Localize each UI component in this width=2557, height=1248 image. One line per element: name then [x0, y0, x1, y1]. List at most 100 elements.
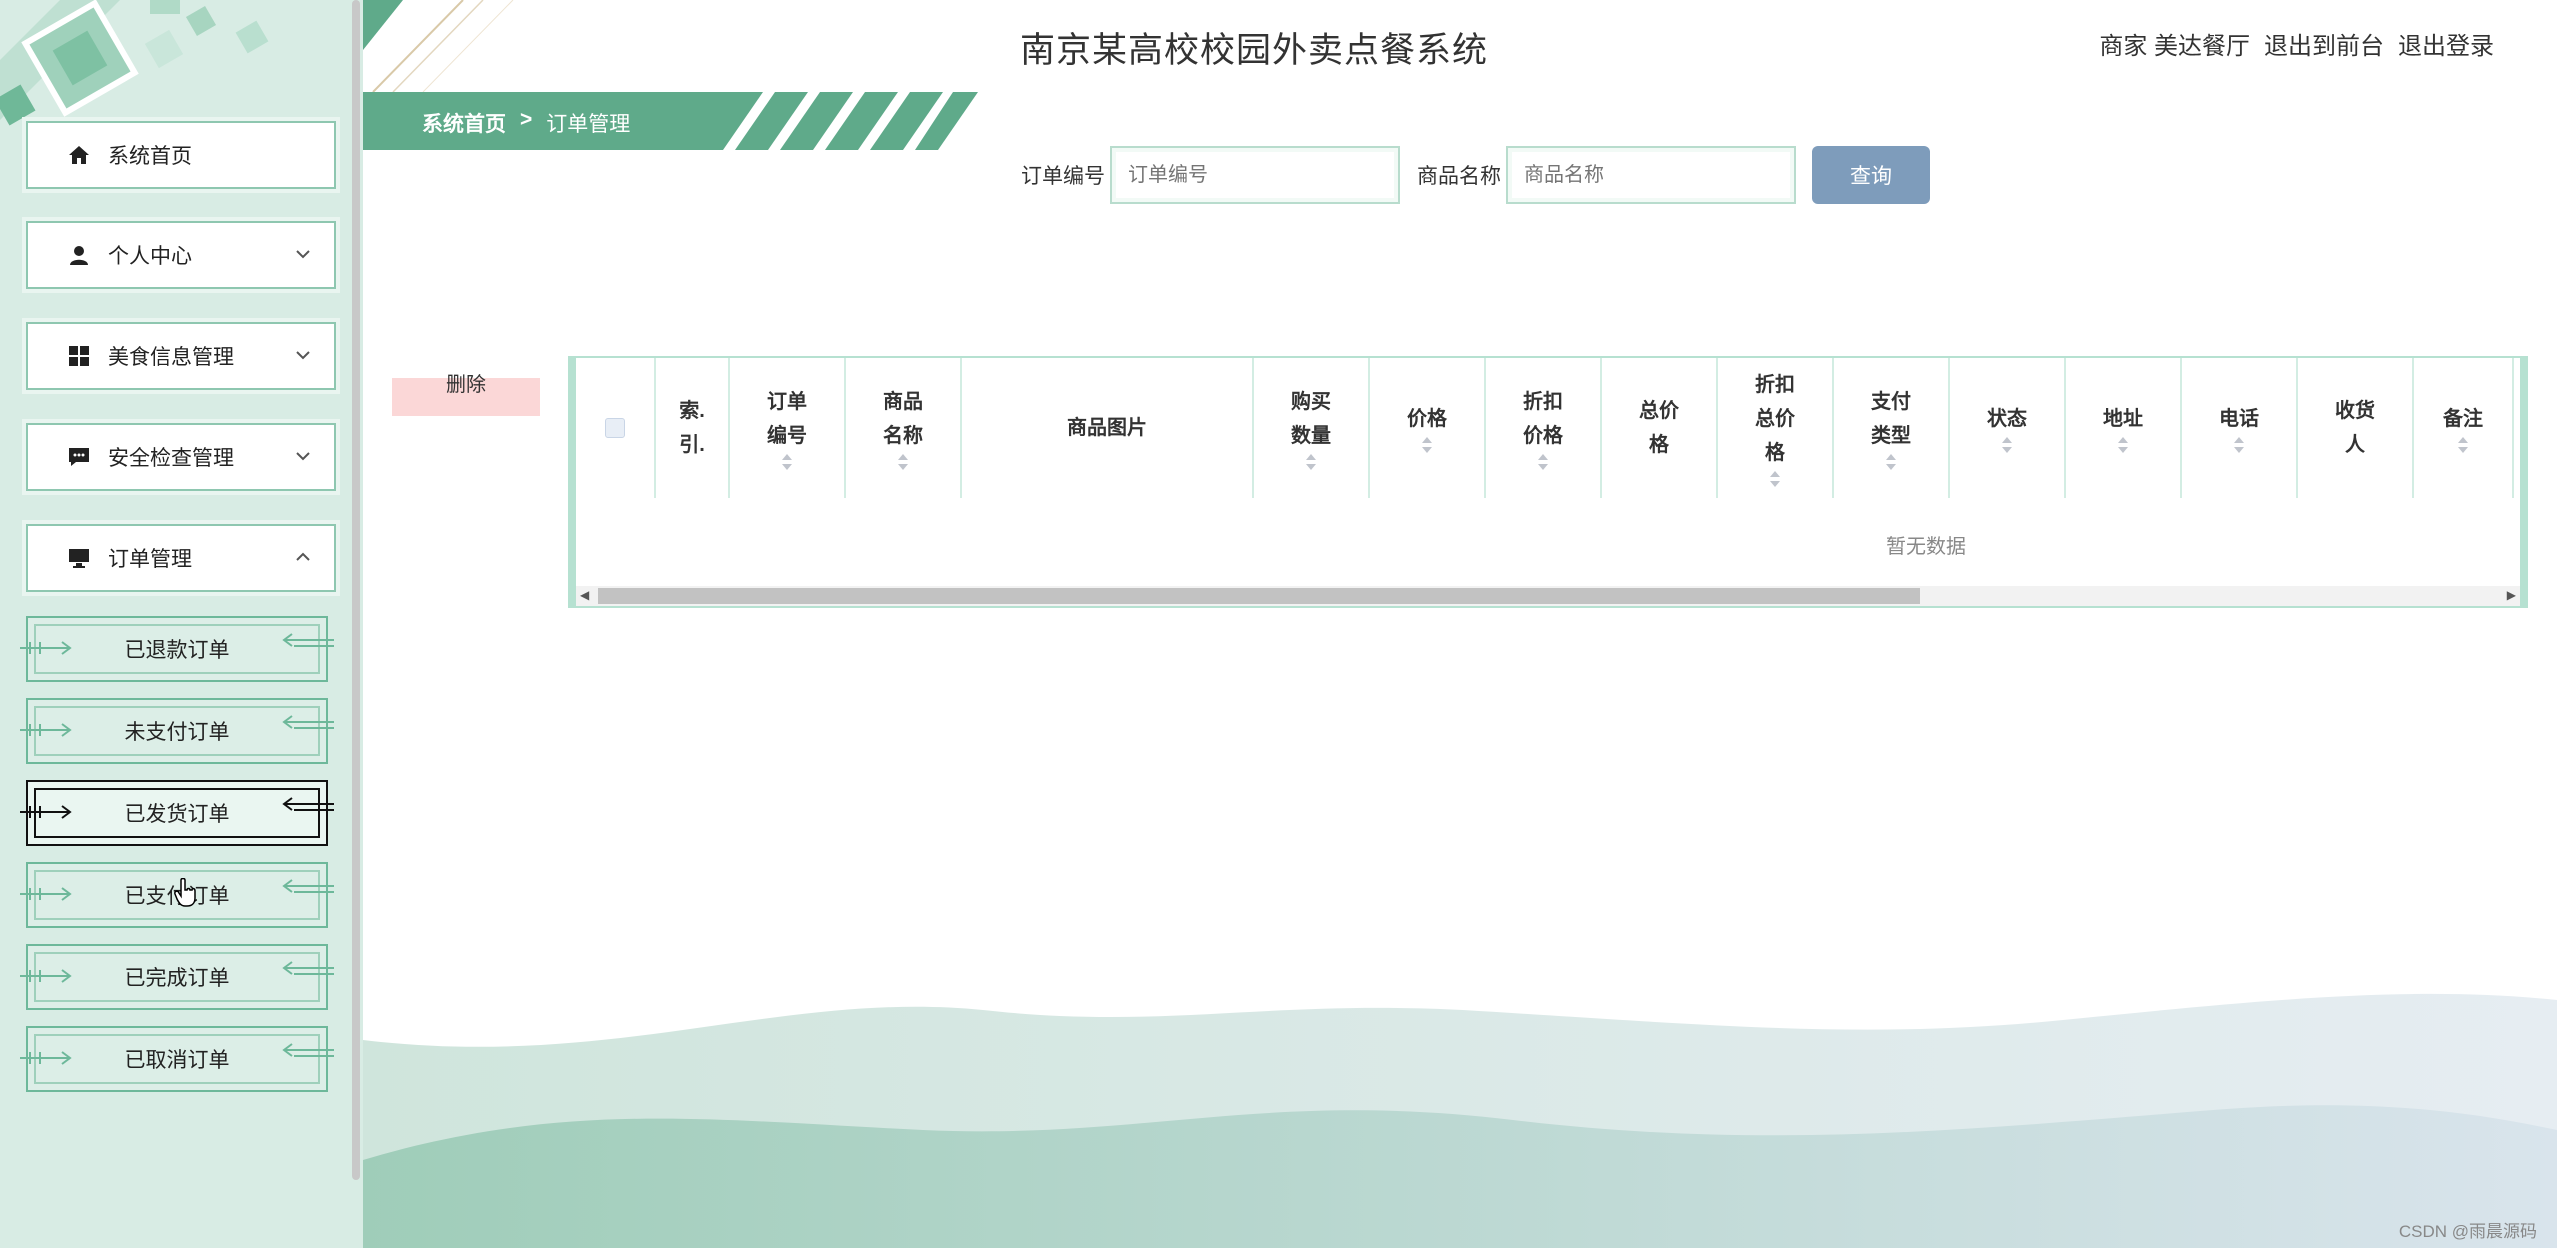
column-header-label: 折扣: [1755, 374, 1795, 396]
scrollbar-thumb[interactable]: [598, 588, 1920, 604]
scroll-left-icon[interactable]: ◀: [580, 588, 589, 602]
column-header-label: 购买: [1291, 391, 1331, 413]
sidebar-subitem-completed[interactable]: 已完成订单: [20, 944, 334, 1010]
column-header-phone[interactable]: 电话: [2182, 358, 2298, 498]
header-user-links: 商家 美达餐厅 退出到前台 退出登录: [2099, 26, 2494, 61]
sidebar-item-label: 系统首页: [108, 145, 192, 168]
column-header-checkbox: [576, 358, 656, 498]
sidebar-subitem-unpaid[interactable]: 未支付订单: [20, 698, 334, 764]
chevron-down-icon: [296, 250, 310, 259]
sort-icon[interactable]: [2457, 436, 2469, 454]
sidebar-item-label: 个人中心: [108, 245, 192, 268]
column-header-discount-price[interactable]: 折扣 价格: [1486, 358, 1602, 498]
scroll-right-icon[interactable]: ▶: [2507, 588, 2516, 602]
arrow-right-icon: [20, 723, 72, 737]
sidebar-subitem-paid[interactable]: 已支付订单: [20, 862, 334, 928]
column-header-label: 引.: [679, 434, 705, 456]
sort-icon[interactable]: [2233, 436, 2245, 454]
column-header-remark[interactable]: 备注: [2414, 358, 2514, 498]
sort-icon[interactable]: [1769, 470, 1781, 488]
breadcrumb-separator: >: [520, 108, 533, 131]
delete-button[interactable]: 删除: [392, 374, 540, 416]
sort-icon[interactable]: [1537, 453, 1549, 471]
query-button[interactable]: 查询: [1812, 146, 1930, 204]
sidebar-subitem-shipped[interactable]: 已发货订单: [20, 780, 334, 846]
chat-icon: [66, 444, 92, 470]
sort-icon[interactable]: [1421, 436, 1433, 454]
arrow-left-icon: [282, 879, 334, 893]
table-horizontal-scrollbar[interactable]: ◀ ▶: [576, 586, 2520, 606]
sort-icon[interactable]: [2001, 436, 2013, 454]
column-header-label: 格: [1765, 442, 1785, 464]
sidebar-item-label: 订单管理: [108, 548, 192, 571]
sort-icon[interactable]: [781, 453, 793, 471]
arrow-right-icon: [20, 641, 72, 655]
column-header-label: 商品: [883, 391, 923, 413]
column-header-label: 类型: [1871, 425, 1911, 447]
column-header-label: 格: [1649, 434, 1669, 456]
column-header-label: 收货: [2335, 400, 2375, 422]
order-no-input[interactable]: [1110, 146, 1400, 204]
column-header-label: 名称: [883, 425, 923, 447]
column-header-address[interactable]: 地址: [2066, 358, 2182, 498]
column-header-product-image[interactable]: 商品图片: [962, 358, 1254, 498]
home-icon: [66, 142, 92, 168]
arrow-right-icon: [20, 805, 72, 819]
chevron-down-icon: [296, 452, 310, 461]
breadcrumb-home[interactable]: 系统首页: [422, 108, 506, 138]
user-name: 美达餐厅: [2154, 33, 2250, 60]
subitem-label: 已发货订单: [124, 803, 230, 826]
sidebar-subitem-cancelled[interactable]: 已取消订单: [20, 1026, 334, 1092]
sidebar-item-home[interactable]: 系统首页: [26, 121, 336, 189]
column-header-payment-type[interactable]: 支付 类型: [1834, 358, 1950, 498]
chevron-down-icon: [296, 351, 310, 360]
logout-link[interactable]: 退出登录: [2398, 26, 2494, 61]
arrow-left-icon: [282, 961, 334, 975]
back-to-front-link[interactable]: 退出到前台: [2264, 26, 2384, 61]
sidebar-scrollbar[interactable]: [352, 0, 360, 1180]
breadcrumb: 系统首页 > 订单管理: [422, 108, 630, 138]
sort-icon[interactable]: [2117, 436, 2129, 454]
orders-table: 索. 引. 订单 编号 商品 名称 商品图片 购买 数量 价格 折扣 价格 总价格折扣 总价格支付 类型 状态…: [568, 356, 2528, 608]
sidebar-subitem-refunded[interactable]: 已退款订单: [20, 616, 334, 682]
column-header-quantity[interactable]: 购买 数量: [1254, 358, 1370, 498]
user-icon: [66, 242, 92, 268]
column-header-index: 索. 引.: [656, 358, 730, 498]
column-header-label: 电话: [2219, 408, 2259, 430]
arrow-right-icon: [20, 887, 72, 901]
column-header-product-name[interactable]: 商品 名称: [846, 358, 962, 498]
sidebar-item-label: 美食信息管理: [108, 346, 234, 369]
watermark: CSDN @雨晨源码: [2398, 1222, 2537, 1241]
subitem-label: 已完成订单: [124, 967, 230, 990]
sidebar-item-food[interactable]: 美食信息管理: [26, 322, 336, 390]
column-header-discount-total[interactable]: 折扣 总价格: [1718, 358, 1834, 498]
sidebar-item-profile[interactable]: 个人中心: [26, 221, 336, 289]
column-header-total-price[interactable]: 总价格: [1602, 358, 1718, 498]
select-all-checkbox[interactable]: [605, 418, 625, 438]
product-name-label: 商品名称: [1417, 165, 1501, 188]
product-name-input[interactable]: [1506, 146, 1796, 204]
grid-icon: [66, 343, 92, 369]
arrow-right-icon: [20, 1051, 72, 1065]
page-title: 南京某高校校园外卖点餐系统: [1020, 31, 1489, 70]
column-header-order-no[interactable]: 订单 编号: [730, 358, 846, 498]
header-decoration: [363, 0, 514, 92]
arrow-left-icon: [282, 633, 334, 647]
table-header: 索. 引. 订单 编号 商品 名称 商品图片 购买 数量 价格 折扣 价格 总价格折扣 总价格支付 类型 状态…: [576, 358, 2520, 498]
column-header-label: 价格: [1523, 425, 1563, 447]
user-role: 商家 美达餐厅: [2099, 33, 2250, 60]
column-header-price[interactable]: 价格: [1370, 358, 1486, 498]
column-header-receiver[interactable]: 收货人: [2298, 358, 2414, 498]
subitem-label: 已取消订单: [124, 1049, 230, 1072]
column-header-label: 备注: [2443, 408, 2483, 430]
sidebar-item-safety[interactable]: 安全检查管理: [26, 423, 336, 491]
sort-icon[interactable]: [1305, 453, 1317, 471]
hand-cursor-icon: [174, 878, 196, 907]
sort-icon[interactable]: [1885, 453, 1897, 471]
column-header-label: 订单: [767, 391, 807, 413]
sort-icon[interactable]: [897, 453, 909, 471]
column-header-status[interactable]: 状态: [1950, 358, 2066, 498]
breadcrumb-current: 订单管理: [546, 113, 631, 136]
column-header-label: 状态: [1987, 408, 2027, 430]
sidebar-item-orders[interactable]: 订单管理: [26, 524, 336, 592]
